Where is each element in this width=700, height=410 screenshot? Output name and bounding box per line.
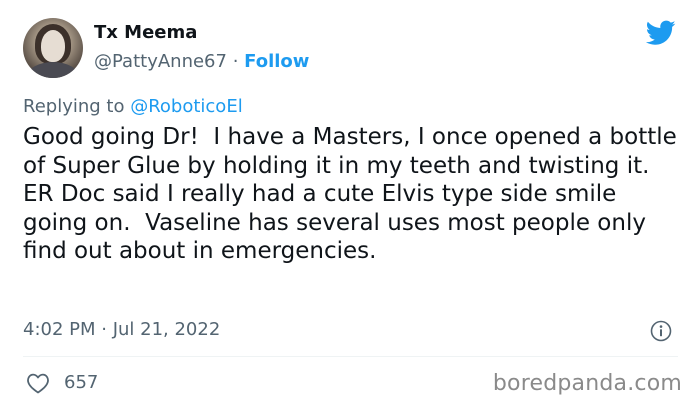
display-name[interactable]: Tx Meema <box>94 22 197 43</box>
boredpanda-watermark: boredpanda.com <box>492 371 682 396</box>
heart-icon[interactable] <box>26 372 50 394</box>
follow-button[interactable]: Follow <box>244 51 309 72</box>
divider <box>23 356 678 357</box>
tweet-text: Good going Dr! I have a Masters, I once … <box>23 124 685 264</box>
tweet-timestamp[interactable]: 4:02 PM · Jul 21, 2022 <box>23 319 220 340</box>
like-count: 657 <box>64 372 99 393</box>
separator-dot: · <box>232 51 239 72</box>
info-icon[interactable] <box>650 320 672 342</box>
reply-mention-link[interactable]: @RoboticoEl <box>130 96 243 117</box>
user-handle[interactable]: @PattyAnne67 <box>94 51 227 72</box>
twitter-bird-icon[interactable] <box>646 20 676 46</box>
avatar[interactable] <box>23 18 83 78</box>
reply-context: Replying to @RoboticoEl <box>23 96 243 117</box>
handle-row: @PattyAnne67 · Follow <box>94 51 309 72</box>
avatar-face <box>41 30 65 62</box>
avatar-shoulders <box>27 62 79 78</box>
reply-prefix: Replying to <box>23 96 131 117</box>
